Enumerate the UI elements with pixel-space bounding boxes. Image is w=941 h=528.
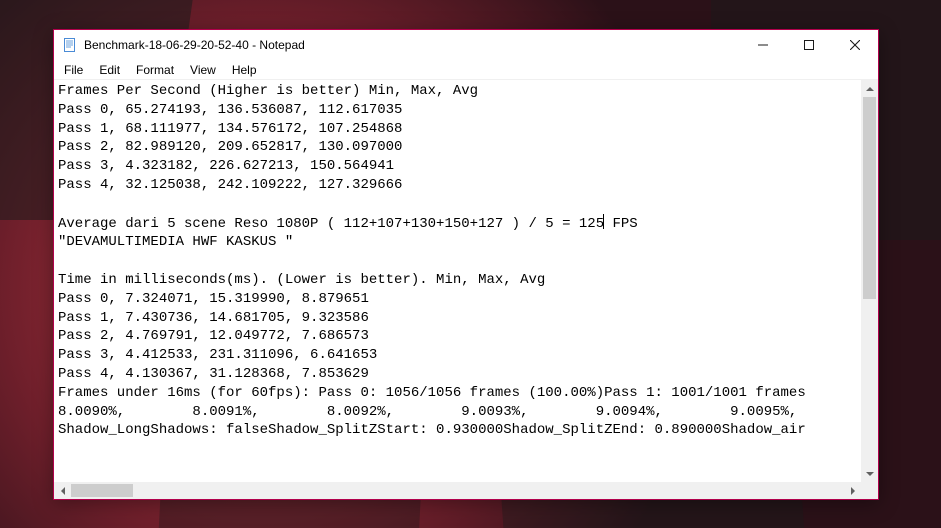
close-button[interactable]	[832, 30, 878, 60]
menu-help[interactable]: Help	[224, 61, 265, 79]
chevron-right-icon	[851, 487, 855, 495]
vertical-scroll-thumb[interactable]	[863, 97, 876, 299]
menu-view[interactable]: View	[182, 61, 224, 79]
text-editor[interactable]: Frames Per Second (Higher is better) Min…	[54, 80, 861, 482]
window-title: Benchmark-18-06-29-20-52-40 - Notepad	[84, 38, 305, 52]
chevron-left-icon	[61, 487, 65, 495]
scroll-left-button[interactable]	[54, 482, 71, 499]
client-area: Frames Per Second (Higher is better) Min…	[54, 80, 878, 499]
horizontal-scroll-thumb[interactable]	[71, 484, 133, 497]
horizontal-scroll-track[interactable]	[71, 482, 844, 499]
menu-format[interactable]: Format	[128, 61, 182, 79]
vertical-scroll-track[interactable]	[861, 97, 878, 465]
chevron-down-icon	[866, 472, 874, 476]
maximize-button[interactable]	[786, 30, 832, 60]
minimize-button[interactable]	[740, 30, 786, 60]
scroll-down-button[interactable]	[861, 465, 878, 482]
scroll-corner	[861, 482, 878, 499]
menu-file[interactable]: File	[56, 61, 91, 79]
menu-edit[interactable]: Edit	[91, 61, 128, 79]
horizontal-scrollbar[interactable]	[54, 482, 861, 499]
chevron-up-icon	[866, 87, 874, 91]
vertical-scrollbar[interactable]	[861, 80, 878, 482]
scroll-right-button[interactable]	[844, 482, 861, 499]
scroll-up-button[interactable]	[861, 80, 878, 97]
notepad-icon	[62, 37, 78, 53]
menubar: File Edit Format View Help	[54, 60, 878, 80]
desktop-wallpaper: Benchmark-18-06-29-20-52-40 - Notepad Fi…	[0, 0, 941, 528]
notepad-window: Benchmark-18-06-29-20-52-40 - Notepad Fi…	[53, 29, 879, 500]
titlebar[interactable]: Benchmark-18-06-29-20-52-40 - Notepad	[54, 30, 878, 60]
